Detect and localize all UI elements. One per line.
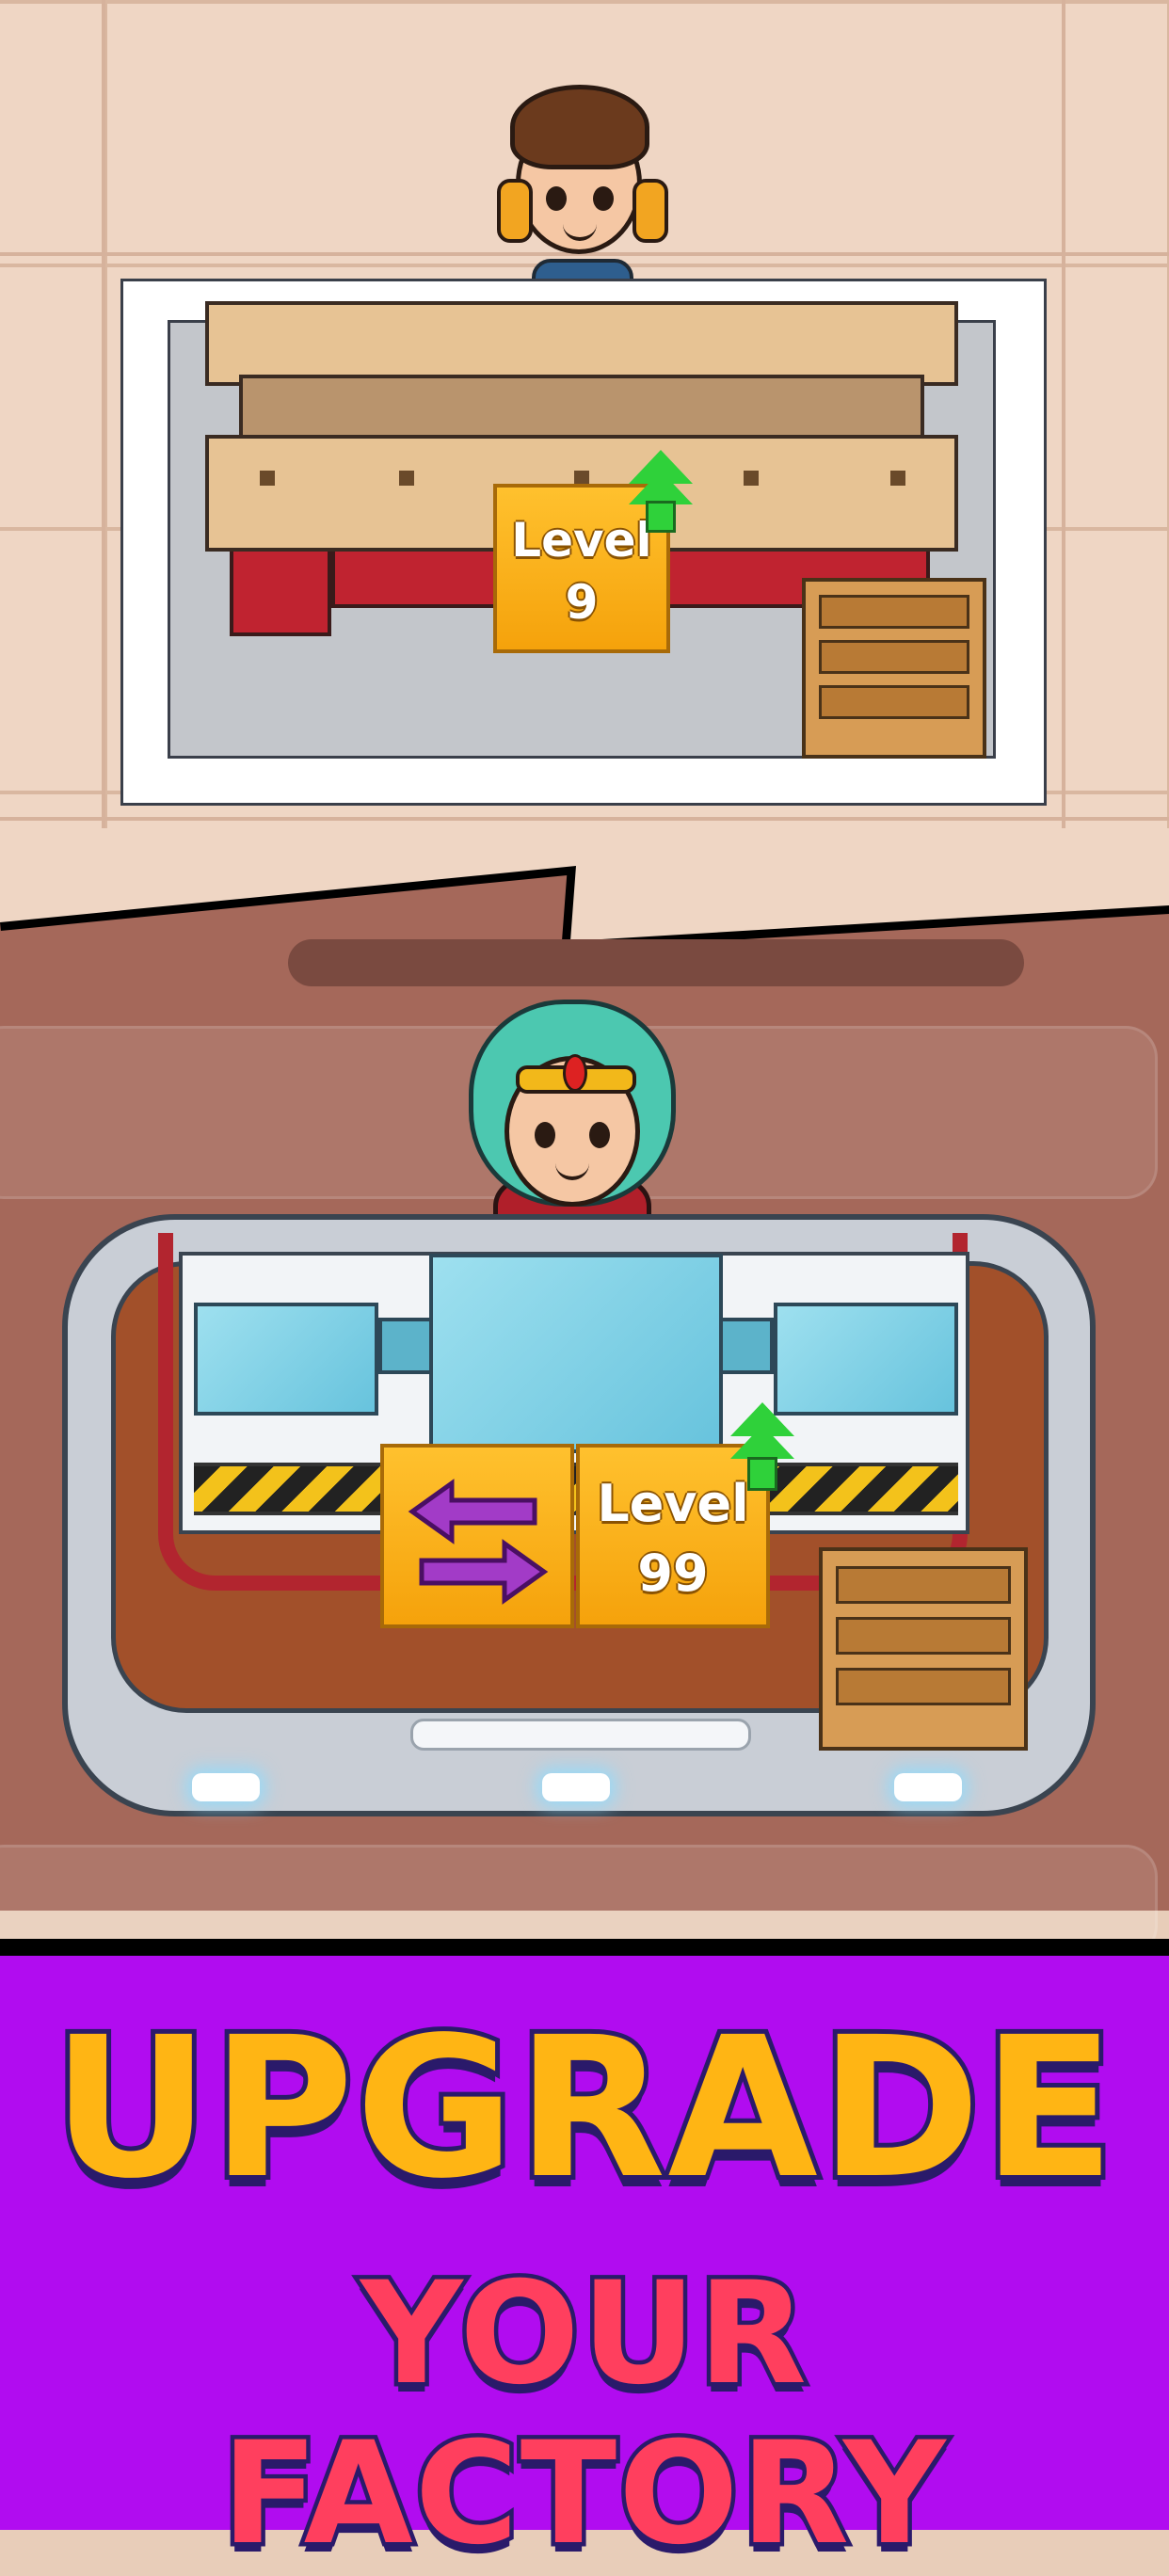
bench-bolt <box>399 471 414 486</box>
crate-icon <box>819 1547 1028 1751</box>
eye <box>546 186 567 211</box>
upgrade-arrow-icon <box>627 450 695 535</box>
tiara-gem <box>563 1054 587 1092</box>
eye <box>535 1122 555 1148</box>
level-value: 99 <box>637 1544 709 1603</box>
headphone-icon <box>633 179 668 243</box>
floor-tile-line <box>0 817 1169 821</box>
crate-icon <box>802 578 986 759</box>
swap-arrows-icon <box>408 1479 549 1605</box>
worker-avatar[interactable] <box>489 75 668 323</box>
machine-light <box>542 1773 610 1801</box>
floor-tile-line <box>1062 0 1065 941</box>
worker-hair <box>510 85 649 169</box>
glass-panel <box>194 1303 378 1416</box>
eye <box>593 186 614 211</box>
upgrade-arrow-icon <box>729 1402 796 1493</box>
machine-light <box>192 1773 260 1801</box>
shadow-bar <box>288 939 1024 986</box>
workbench-top <box>205 301 958 386</box>
bench-bolt <box>260 471 275 486</box>
headphone-icon <box>497 179 533 243</box>
table-leg <box>230 546 331 636</box>
bench-bolt <box>890 471 905 486</box>
headline-your-factory: YOUR FACTORY <box>217 2250 950 2576</box>
bench-bolt <box>744 471 759 486</box>
eye <box>589 1122 610 1148</box>
level-value: 9 <box>565 575 599 630</box>
workbench-shelf <box>239 375 924 440</box>
glass-tank <box>429 1254 723 1453</box>
glass-panel <box>774 1303 958 1416</box>
machine-rail <box>410 1719 751 1751</box>
floor-tile-line <box>102 0 105 941</box>
headline-upgrade: UPGRADE <box>47 1995 1119 2221</box>
machine-light <box>894 1773 962 1801</box>
swap-button[interactable] <box>380 1444 574 1628</box>
